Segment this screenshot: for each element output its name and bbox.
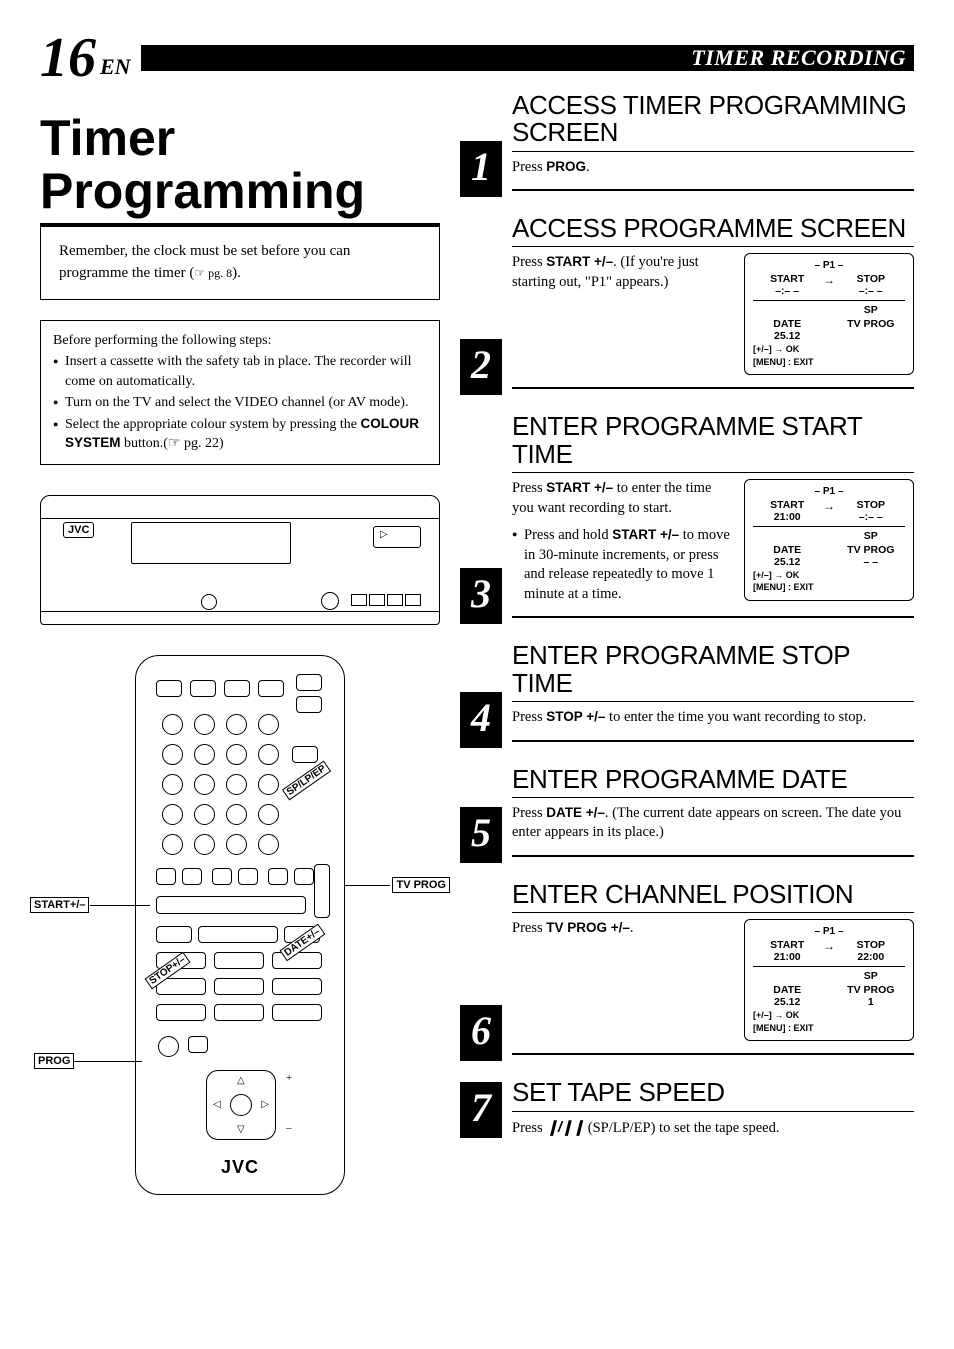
step-text: Press START +/– to enter the time you wa… <box>512 479 732 604</box>
step-number: 1 <box>460 141 502 197</box>
step-3: 3 ENTER PROGRAMME START TIME Press START… <box>460 413 914 624</box>
step-title: ENTER PROGRAMME STOP TIME <box>512 642 914 697</box>
step-title: ACCESS TIMER PROGRAMMING SCREEN <box>512 92 914 147</box>
step-text: Press TV PROG +/–. <box>512 919 732 1041</box>
osd-screen-2: – P1 – START21:00 → STOP–:– – SP DATE25.… <box>744 479 914 601</box>
prep-item-1: Insert a cassette with the safety tab in… <box>53 352 427 391</box>
step-title: ACCESS PROGRAMME SCREEN <box>512 215 914 242</box>
step-title: ENTER PROGRAMME START TIME <box>512 413 914 468</box>
prep-item-2: Turn on the TV and select the VIDEO chan… <box>53 393 427 413</box>
steps-column: 1 ACCESS TIMER PROGRAMMING SCREEN Press … <box>460 92 914 1215</box>
speed-icon: ❙/❙❙ <box>546 1118 584 1138</box>
step-2: 2 ACCESS PROGRAMME SCREEN Press START +/… <box>460 215 914 395</box>
step-1: 1 ACCESS TIMER PROGRAMMING SCREEN Press … <box>460 92 914 197</box>
prep-intro: Before performing the following steps: <box>53 331 427 351</box>
osd-screen-1: – P1 – START–:– – → STOP–:– – SP DATE25.… <box>744 253 914 375</box>
section-title-bar: TIMER RECORDING <box>141 45 914 71</box>
reminder-text-after: ). <box>232 265 241 281</box>
remote-illustration: △ ▽ ◁ ▷ – + JVC SP/LP/EP STOP+/– DATE+/–… <box>40 655 440 1215</box>
section-title: TIMER RECORDING <box>691 45 906 71</box>
step-text: Press ❙/❙❙ (SP/LP/EP) to set the tape sp… <box>512 1118 914 1139</box>
step-title: ENTER CHANNEL POSITION <box>512 881 914 908</box>
step-text: Press START +/–. (If you're just startin… <box>512 253 732 375</box>
step-number: 5 <box>460 807 502 863</box>
step-text: Press DATE +/–. (The current date appear… <box>512 804 914 843</box>
page-ref-icon: ☞ pg. 8 <box>194 266 232 280</box>
vcr-brand-label: JVC <box>63 522 94 538</box>
step-number: 3 <box>460 568 502 624</box>
step-title: SET TAPE SPEED <box>512 1079 914 1106</box>
step-title: ENTER PROGRAMME DATE <box>512 766 914 793</box>
step-number: 2 <box>460 339 502 395</box>
vcr-illustration: JVC <box>40 495 440 625</box>
remote-start-callout: START+/– <box>30 897 89 913</box>
step-5: 5 ENTER PROGRAMME DATE Press DATE +/–. (… <box>460 766 914 863</box>
prep-item-3: Select the appropriate colour system by … <box>53 415 427 454</box>
step-text: Press PROG. <box>512 158 914 178</box>
step-6: 6 ENTER CHANNEL POSITION Press TV PROG +… <box>460 881 914 1061</box>
step-number: 7 <box>460 1082 502 1138</box>
step-number: 4 <box>460 692 502 748</box>
step-7: 7 SET TAPE SPEED Press ❙/❙❙ (SP/LP/EP) t… <box>460 1079 914 1138</box>
reminder-note: Remember, the clock must be set before y… <box>40 227 440 300</box>
left-column: Timer Programming Remember, the clock mu… <box>40 92 440 1215</box>
step-4: 4 ENTER PROGRAMME STOP TIME Press STOP +… <box>460 642 914 747</box>
remote-tvprog-callout: TV PROG <box>392 877 450 893</box>
remote-brand-label: JVC <box>136 1157 344 1178</box>
remote-prog-callout: PROG <box>34 1053 74 1069</box>
main-title: Timer Programming <box>40 112 440 227</box>
page-header: 16 EN TIMER RECORDING <box>40 30 914 86</box>
osd-screen-3: – P1 – START21:00 → STOP22:00 SP DATE25.… <box>744 919 914 1041</box>
page-language: EN <box>100 54 131 86</box>
step-number: 6 <box>460 1005 502 1061</box>
page-number: 16 <box>40 30 96 86</box>
remote-speed-label: SP/LP/EP <box>282 761 331 801</box>
step-text: Press STOP +/– to enter the time you wan… <box>512 708 914 728</box>
preparation-box: Before performing the following steps: I… <box>40 320 440 466</box>
